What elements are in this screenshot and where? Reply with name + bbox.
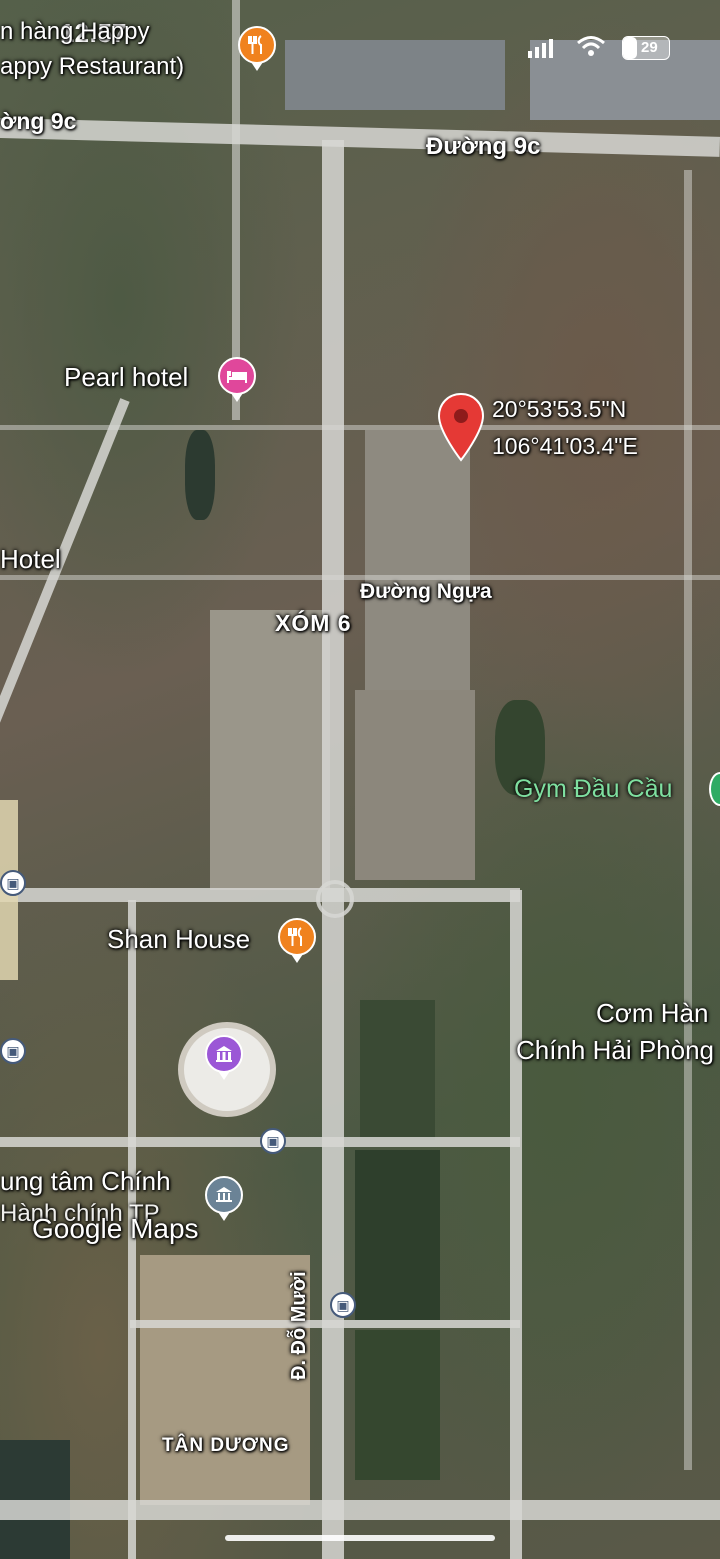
- place-trung-tam-line1[interactable]: ung tâm Chính: [0, 1166, 171, 1197]
- pin-longitude: 106°41'03.4"E: [492, 433, 638, 459]
- google-maps-watermark: Google Maps: [32, 1213, 199, 1244]
- battery-icon: 29: [622, 36, 670, 60]
- road-do-muoi: [322, 140, 344, 1559]
- place-happy-restaurant-line1[interactable]: n hàng Happy: [0, 18, 149, 46]
- pond: [185, 430, 215, 520]
- road-label-9c-left: ờng 9c: [0, 108, 77, 134]
- construction-area: [365, 430, 470, 690]
- civic-plaza: [140, 1255, 310, 1505]
- road-lower-2: [130, 1320, 520, 1328]
- bus-stop-icon[interactable]: ▣: [260, 1128, 286, 1154]
- road-east: [510, 890, 522, 1559]
- place-pearl-hotel[interactable]: Pearl hotel: [64, 362, 188, 393]
- hotel-icon[interactable]: [218, 357, 256, 402]
- wifi-icon: [576, 34, 606, 63]
- road-label-duong-ngua: Đường Ngựa: [360, 580, 492, 603]
- area-label-tan-duong: TÂN DƯƠNG: [162, 1435, 290, 1456]
- place-shan-house[interactable]: Shan House: [107, 924, 250, 955]
- road-upper: [0, 425, 720, 430]
- place-gym[interactable]: Gym Đầu Cầu: [514, 775, 672, 804]
- place-com-han-line2[interactable]: Chính Hải Phòng: [516, 1035, 714, 1066]
- battery-level: 29: [641, 39, 658, 56]
- home-indicator: [225, 1535, 495, 1541]
- water-area: [355, 1150, 440, 1320]
- restaurant-icon[interactable]: [278, 918, 316, 963]
- construction-area: [355, 690, 475, 880]
- government-icon[interactable]: [205, 1176, 243, 1221]
- landmark-icon[interactable]: [205, 1035, 243, 1080]
- pin-latitude: 20°53'53.5"N: [492, 396, 627, 422]
- bus-stop-icon[interactable]: ▣: [330, 1292, 356, 1318]
- place-com-han-line1[interactable]: Cơm Hàn: [596, 998, 708, 1029]
- road-label-9c-right: Đường 9c: [426, 133, 541, 160]
- place-happy-restaurant-line2[interactable]: appy Restaurant): [0, 53, 184, 81]
- bus-stop-icon[interactable]: ▣: [0, 1038, 26, 1064]
- restaurant-icon[interactable]: [238, 26, 276, 71]
- signal-icon: [528, 38, 556, 63]
- area-label-xom6: XÓM 6: [275, 610, 352, 636]
- road-diagonal: [0, 398, 130, 885]
- construction-area: [210, 610, 330, 890]
- road-label-do-muoi: Đ. Đỗ Mười: [288, 1271, 310, 1380]
- place-hotel[interactable]: Hotel: [0, 544, 61, 575]
- roundabout: [316, 880, 354, 918]
- bus-stop-icon[interactable]: ▣: [0, 870, 26, 896]
- location-pin-icon[interactable]: [437, 392, 485, 467]
- road-ring: [0, 888, 520, 902]
- water-area: [355, 1330, 440, 1480]
- road-bottom: [0, 1500, 720, 1520]
- road-right-vertical: [684, 170, 692, 1470]
- road-9c: [0, 118, 720, 157]
- water-area: [360, 1000, 435, 1140]
